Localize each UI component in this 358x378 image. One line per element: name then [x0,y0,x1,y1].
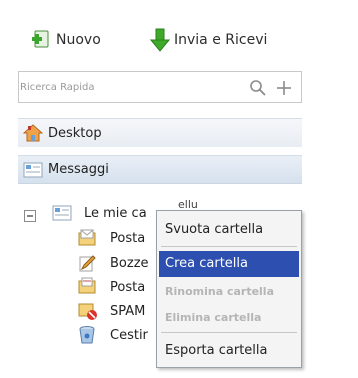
sent-folder-icon [78,277,96,294]
tree-item-inbox[interactable]: Posta [110,231,145,246]
send-receive-button[interactable]: Invia e Ricevi [150,28,267,52]
inbox-folder-icon [78,229,96,246]
menu-item-rename-folder: Rinomina cartella [165,285,274,298]
my-folders-icon [52,205,72,221]
spam-folder-icon [78,303,97,320]
nav-messages[interactable]: Messaggi [18,155,302,184]
tree-item-trash[interactable]: Cestir [110,328,148,343]
tree-item-spam[interactable]: SPAM [110,304,145,319]
nav-messages-label: Messaggi [48,162,109,177]
quick-search-input[interactable] [20,78,220,96]
folder-context-menu: Svuota cartella Crea cartella Rinomina c… [156,210,302,368]
messages-icon [23,162,43,178]
menu-item-empty-folder[interactable]: Svuota cartella [159,217,299,243]
trash-bin-icon [79,326,95,344]
menu-item-export-folder[interactable]: Esporta cartella [159,338,299,364]
nav-desktop-label: Desktop [48,125,102,141]
tree-item-sent[interactable]: Posta [110,280,145,295]
drafts-pencil-icon [79,255,96,272]
menu-separator [161,332,297,333]
add-search-icon[interactable] [275,79,293,97]
download-arrow-icon [150,28,170,52]
tree-root-label[interactable]: Le mie ca [84,206,147,221]
menu-item-create-folder[interactable]: Crea cartella [159,251,299,277]
menu-separator [161,246,297,247]
search-icon[interactable] [249,79,267,97]
collapse-minus-icon [24,210,36,222]
menu-item-delete-folder: Elimina cartella [165,311,262,324]
tree-item-drafts[interactable]: Bozze [110,256,149,271]
send-receive-label: Invia e Ricevi [174,32,268,48]
home-icon [23,124,43,142]
new-document-icon [32,30,49,48]
tree-collapse-toggle[interactable] [24,207,36,222]
quick-search-box [18,71,302,103]
nav-desktop[interactable]: Desktop [18,118,302,147]
new-button[interactable]: Nuovo [30,28,101,52]
new-button-label: Nuovo [56,32,101,48]
